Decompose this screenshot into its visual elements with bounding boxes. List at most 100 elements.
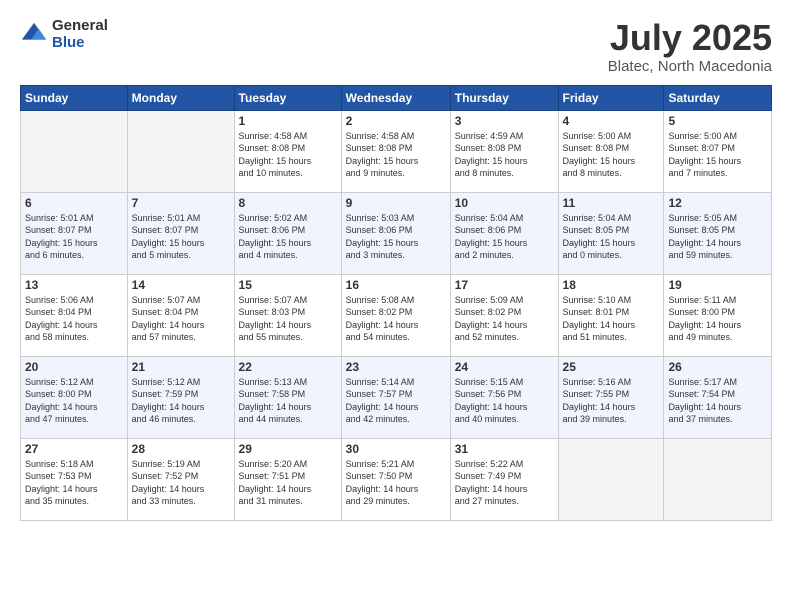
day-number: 11 [563, 196, 660, 210]
day-number: 24 [455, 360, 554, 374]
calendar-cell [664, 438, 772, 520]
day-info: Sunrise: 5:11 AMSunset: 8:00 PMDaylight:… [668, 294, 767, 344]
day-number: 18 [563, 278, 660, 292]
calendar-cell: 22Sunrise: 5:13 AMSunset: 7:58 PMDayligh… [234, 356, 341, 438]
weekday-header-tuesday: Tuesday [234, 85, 341, 110]
calendar-cell: 7 Sunrise: 5:01 AMSunset: 8:07 PMDaylight… [127, 192, 234, 274]
calendar-cell: 23 Sunrise: 5:14 AMSunset: 7:57 PMDayligh… [341, 356, 450, 438]
day-number: 21 [132, 360, 230, 374]
day-number: 31 [455, 442, 554, 456]
day-info: Sunrise: 5:04 AMSunset: 8:06 PMDaylight:… [455, 212, 554, 262]
logo: General Blue [20, 18, 108, 51]
day-number: 2 [346, 114, 446, 128]
day-info: Sunrise: 5:05 AMSunset: 8:05 PMDaylight:… [668, 212, 767, 262]
weekday-header-thursday: Thursday [450, 85, 558, 110]
day-number: 28 [132, 442, 230, 456]
day-number: 10 [455, 196, 554, 210]
day-number: 7 [132, 196, 230, 210]
day-info: Sunrise: 5:14 AMSunset: 7:57 PMDaylight:… [346, 376, 446, 426]
day-number: 19 [668, 278, 767, 292]
day-number: 3 [455, 114, 554, 128]
logo-blue-text: Blue [52, 35, 108, 52]
weekday-header-friday: Friday [558, 85, 664, 110]
calendar-cell: 29Sunrise: 5:20 AMSunset: 7:51 PMDayligh… [234, 438, 341, 520]
day-number: 1 [239, 114, 337, 128]
logo-general-text: General [52, 18, 108, 35]
day-info: Sunrise: 5:00 AMSunset: 8:08 PMDaylight:… [563, 130, 660, 180]
day-info: Sunrise: 5:08 AMSunset: 8:02 PMDaylight:… [346, 294, 446, 344]
day-info: Sunrise: 5:10 AMSunset: 8:01 PMDaylight:… [563, 294, 660, 344]
calendar-cell: 5 Sunrise: 5:00 AMSunset: 8:07 PMDaylight… [664, 110, 772, 192]
day-number: 8 [239, 196, 337, 210]
logo-icon [20, 21, 48, 49]
day-info: Sunrise: 5:06 AMSunset: 8:04 PMDaylight:… [25, 294, 123, 344]
day-info: Sunrise: 5:18 AMSunset: 7:53 PMDaylight:… [25, 458, 123, 508]
day-number: 15 [239, 278, 337, 292]
calendar-cell: 13 Sunrise: 5:06 AMSunset: 8:04 PMDayligh… [21, 274, 128, 356]
calendar-cell: 6Sunrise: 5:01 AMSunset: 8:07 PMDaylight… [21, 192, 128, 274]
day-number: 14 [132, 278, 230, 292]
calendar-cell: 19 Sunrise: 5:11 AMSunset: 8:00 PMDayligh… [664, 274, 772, 356]
location-title: Blatec, North Macedonia [608, 58, 772, 75]
day-number: 30 [346, 442, 446, 456]
calendar-cell: 30 Sunrise: 5:21 AMSunset: 7:50 PMDayligh… [341, 438, 450, 520]
day-number: 29 [239, 442, 337, 456]
week-row-4: 20Sunrise: 5:12 AMSunset: 8:00 PMDayligh… [21, 356, 772, 438]
calendar-cell: 15 Sunrise: 5:07 AMSunset: 8:03 PMDayligh… [234, 274, 341, 356]
day-info: Sunrise: 5:21 AMSunset: 7:50 PMDaylight:… [346, 458, 446, 508]
weekday-header-monday: Monday [127, 85, 234, 110]
weekday-header-wednesday: Wednesday [341, 85, 450, 110]
day-number: 13 [25, 278, 123, 292]
day-info: Sunrise: 5:02 AMSunset: 8:06 PMDaylight:… [239, 212, 337, 262]
calendar-cell: 27Sunrise: 5:18 AMSunset: 7:53 PMDayligh… [21, 438, 128, 520]
day-number: 23 [346, 360, 446, 374]
weekday-header-row: SundayMondayTuesdayWednesdayThursdayFrid… [21, 85, 772, 110]
calendar-cell: 12 Sunrise: 5:05 AMSunset: 8:05 PMDayligh… [664, 192, 772, 274]
month-title: July 2025 [608, 18, 772, 58]
day-info: Sunrise: 5:00 AMSunset: 8:07 PMDaylight:… [668, 130, 767, 180]
day-info: Sunrise: 5:12 AMSunset: 7:59 PMDaylight:… [132, 376, 230, 426]
day-info: Sunrise: 4:59 AMSunset: 8:08 PMDaylight:… [455, 130, 554, 180]
calendar-cell [127, 110, 234, 192]
calendar-cell: 1Sunrise: 4:58 AMSunset: 8:08 PMDaylight… [234, 110, 341, 192]
day-number: 25 [563, 360, 660, 374]
calendar-cell: 16 Sunrise: 5:08 AMSunset: 8:02 PMDayligh… [341, 274, 450, 356]
page: General Blue July 2025 Blatec, North Mac… [0, 0, 792, 612]
calendar-cell: 17 Sunrise: 5:09 AMSunset: 8:02 PMDayligh… [450, 274, 558, 356]
day-number: 12 [668, 196, 767, 210]
calendar-cell: 3 Sunrise: 4:59 AMSunset: 8:08 PMDaylight… [450, 110, 558, 192]
day-number: 4 [563, 114, 660, 128]
calendar-cell: 31 Sunrise: 5:22 AMSunset: 7:49 PMDayligh… [450, 438, 558, 520]
day-info: Sunrise: 5:15 AMSunset: 7:56 PMDaylight:… [455, 376, 554, 426]
calendar-cell: 28 Sunrise: 5:19 AMSunset: 7:52 PMDayligh… [127, 438, 234, 520]
day-info: Sunrise: 5:01 AMSunset: 8:07 PMDaylight:… [132, 212, 230, 262]
day-number: 17 [455, 278, 554, 292]
week-row-2: 6Sunrise: 5:01 AMSunset: 8:07 PMDaylight… [21, 192, 772, 274]
day-number: 9 [346, 196, 446, 210]
calendar-cell: 10 Sunrise: 5:04 AMSunset: 8:06 PMDayligh… [450, 192, 558, 274]
weekday-header-sunday: Sunday [21, 85, 128, 110]
calendar: SundayMondayTuesdayWednesdayThursdayFrid… [20, 85, 772, 521]
day-info: Sunrise: 5:03 AMSunset: 8:06 PMDaylight:… [346, 212, 446, 262]
calendar-cell: 4 Sunrise: 5:00 AMSunset: 8:08 PMDaylight… [558, 110, 664, 192]
calendar-cell: 14Sunrise: 5:07 AMSunset: 8:04 PMDayligh… [127, 274, 234, 356]
title-block: July 2025 Blatec, North Macedonia [608, 18, 772, 75]
day-info: Sunrise: 5:17 AMSunset: 7:54 PMDaylight:… [668, 376, 767, 426]
header: General Blue July 2025 Blatec, North Mac… [20, 18, 772, 75]
day-info: Sunrise: 5:04 AMSunset: 8:05 PMDaylight:… [563, 212, 660, 262]
calendar-cell: 24 Sunrise: 5:15 AMSunset: 7:56 PMDayligh… [450, 356, 558, 438]
calendar-cell [558, 438, 664, 520]
day-info: Sunrise: 5:07 AMSunset: 8:03 PMDaylight:… [239, 294, 337, 344]
week-row-1: 1Sunrise: 4:58 AMSunset: 8:08 PMDaylight… [21, 110, 772, 192]
week-row-3: 13 Sunrise: 5:06 AMSunset: 8:04 PMDayligh… [21, 274, 772, 356]
day-info: Sunrise: 5:22 AMSunset: 7:49 PMDaylight:… [455, 458, 554, 508]
week-row-5: 27Sunrise: 5:18 AMSunset: 7:53 PMDayligh… [21, 438, 772, 520]
day-info: Sunrise: 5:19 AMSunset: 7:52 PMDaylight:… [132, 458, 230, 508]
day-number: 16 [346, 278, 446, 292]
day-info: Sunrise: 5:12 AMSunset: 8:00 PMDaylight:… [25, 376, 123, 426]
calendar-cell: 20Sunrise: 5:12 AMSunset: 8:00 PMDayligh… [21, 356, 128, 438]
calendar-cell: 18 Sunrise: 5:10 AMSunset: 8:01 PMDayligh… [558, 274, 664, 356]
day-info: Sunrise: 5:09 AMSunset: 8:02 PMDaylight:… [455, 294, 554, 344]
day-number: 5 [668, 114, 767, 128]
calendar-cell [21, 110, 128, 192]
